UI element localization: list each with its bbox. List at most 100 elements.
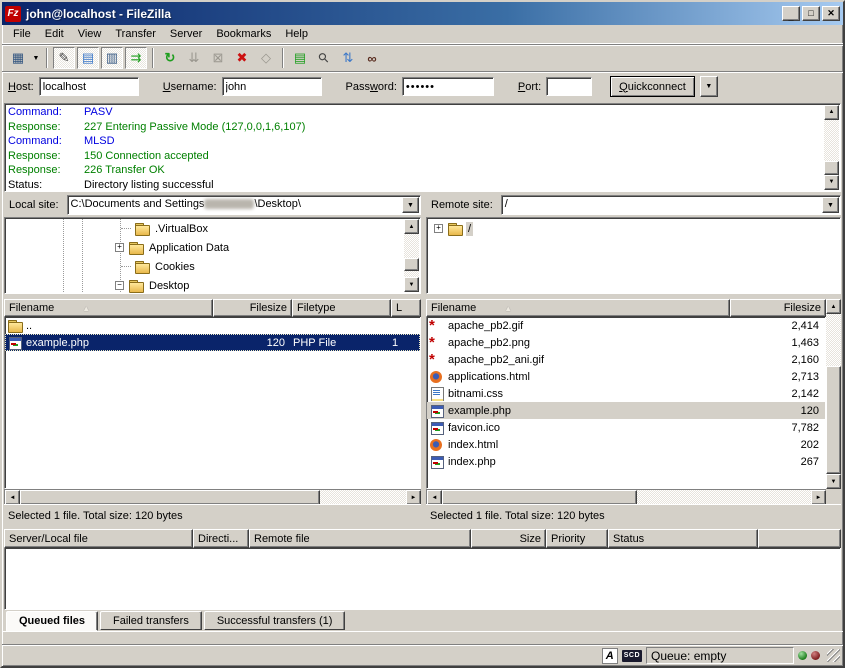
tree-item-desktop[interactable]: − Desktop [6, 276, 419, 294]
css-file-icon [429, 387, 445, 401]
column-header-filesize[interactable]: Filesize [730, 299, 826, 317]
file-row-example-php[interactable]: example.php120 [427, 402, 825, 419]
column-header-filesize[interactable]: Filesize [213, 299, 292, 317]
toggle-local-tree-icon[interactable]: ▤ [77, 47, 99, 69]
toggle-transfer-queue-icon[interactable]: ⇉ [125, 47, 147, 69]
local-site-combobox[interactable]: C:\Documents and Settings\Desktop\ ▼ [67, 195, 421, 215]
open-folder-icon [447, 222, 463, 236]
file-row-parent-dir[interactable]: .. [5, 317, 420, 334]
reconnect-icon[interactable]: ◇ [255, 47, 277, 69]
tree-item-application-data[interactable]: + Application Data [6, 238, 419, 257]
site-manager-icon[interactable]: ▦ [7, 47, 29, 69]
collapse-minus-icon[interactable]: − [115, 281, 124, 290]
scroll-left-icon[interactable]: ◄ [5, 490, 20, 505]
minimize-button[interactable]: _ [782, 6, 800, 21]
file-row-example-php[interactable]: example.php 120 PHP File 1 [5, 334, 420, 351]
maximize-button[interactable]: □ [802, 6, 820, 21]
synchronized-browsing-icon[interactable]: ⇅ [337, 47, 359, 69]
column-header-remote-file[interactable]: Remote file [249, 529, 471, 548]
column-header-filename[interactable]: Filename▲ [426, 299, 730, 317]
scroll-right-icon[interactable]: ► [406, 490, 421, 505]
local-horizontal-scrollbar[interactable]: ◄ ► [4, 489, 421, 504]
refresh-icon[interactable]: ↻ [159, 47, 181, 69]
menu-transfer[interactable]: Transfer [108, 26, 163, 42]
scrollbar-thumb[interactable] [20, 490, 320, 505]
transfer-type-ascii-icon[interactable]: A [602, 648, 618, 664]
chevron-down-icon[interactable]: ▼ [822, 197, 839, 213]
expand-plus-icon[interactable]: + [115, 243, 124, 252]
expand-plus-icon[interactable]: + [434, 224, 443, 233]
username-input[interactable] [222, 77, 322, 96]
quickconnect-button[interactable]: Quickconnect [610, 76, 695, 97]
php-file-icon [429, 455, 445, 469]
scroll-left-icon[interactable]: ◄ [427, 490, 442, 505]
menu-server[interactable]: Server [163, 26, 209, 42]
filter-icon[interactable]: ▤ [289, 47, 311, 69]
menu-bookmarks[interactable]: Bookmarks [209, 26, 278, 42]
tab-successful-transfers[interactable]: Successful transfers (1) [204, 611, 346, 630]
file-row[interactable]: favicon.ico7,782 [427, 419, 825, 436]
column-header-status[interactable]: Status [608, 529, 758, 548]
column-header-priority[interactable]: Priority [546, 529, 608, 548]
tree-item-cookies[interactable]: Cookies [6, 257, 419, 276]
file-row[interactable]: bitnami.css2,142 [427, 385, 825, 402]
column-header-server-local-file[interactable]: Server/Local file [4, 529, 193, 548]
scroll-up-icon[interactable]: ▲ [824, 105, 839, 120]
file-row[interactable]: *apache_pb2.png1,463 [427, 334, 825, 351]
remote-horizontal-scrollbar[interactable]: ◄ ► [426, 489, 826, 504]
disconnect-icon[interactable]: ✖ [231, 47, 253, 69]
scroll-down-icon[interactable]: ▼ [404, 277, 419, 292]
local-tree-scrollbar[interactable]: ▲ ▼ [404, 219, 419, 292]
scroll-down-icon[interactable]: ▼ [826, 474, 841, 489]
remote-vertical-scrollbar[interactable]: ▲ ▼ [826, 299, 841, 489]
scroll-down-icon[interactable]: ▼ [824, 175, 839, 190]
broken-image-icon: * [429, 319, 445, 333]
toggle-message-log-icon[interactable]: ✎ [53, 47, 75, 69]
tab-queued-files[interactable]: Queued files [6, 611, 98, 631]
scrollbar-thumb[interactable] [826, 366, 841, 474]
chevron-down-icon[interactable]: ▼ [402, 197, 419, 213]
filezilla-app-icon[interactable]: Fz [5, 6, 21, 22]
toggle-remote-tree-icon[interactable]: ▥ [101, 47, 123, 69]
host-input[interactable] [39, 77, 139, 96]
remote-site-combobox[interactable]: / ▼ [501, 195, 841, 215]
column-header-direction[interactable]: Directi... [193, 529, 249, 548]
process-queue-icon[interactable]: ⇊ [183, 47, 205, 69]
column-header-last-modified[interactable]: L [391, 299, 421, 317]
file-row[interactable]: applications.html2,713 [427, 368, 825, 385]
quickconnect-dropdown-icon[interactable]: ▼ [700, 76, 718, 97]
close-button[interactable]: ✕ [822, 6, 840, 21]
menu-help[interactable]: Help [278, 26, 315, 42]
resize-grip[interactable] [827, 649, 840, 662]
port-input[interactable] [546, 77, 592, 96]
password-input[interactable] [402, 77, 494, 96]
scrollbar-thumb[interactable] [404, 258, 419, 271]
site-manager-dropdown-icon[interactable]: ▼ [30, 47, 42, 69]
log-scrollbar[interactable]: ▲ ▼ [824, 105, 839, 190]
directory-comparison-icon[interactable]: ⚲ [313, 47, 335, 69]
column-header-size[interactable]: Size [471, 529, 546, 548]
file-row[interactable]: *apache_pb2_ani.gif2,160 [427, 351, 825, 368]
menu-edit[interactable]: Edit [38, 26, 71, 42]
cancel-operation-icon[interactable]: ⊠ [207, 47, 229, 69]
file-row[interactable]: index.html202 [427, 436, 825, 453]
folder-icon [134, 260, 150, 274]
scrollbar-thumb[interactable] [824, 161, 839, 175]
tree-item-virtualbox[interactable]: .VirtualBox [6, 219, 419, 238]
red-led-icon [811, 651, 820, 660]
scroll-up-icon[interactable]: ▲ [826, 299, 841, 314]
column-header-filename[interactable]: Filename▲ [4, 299, 213, 317]
find-files-icon[interactable]: ∞ [361, 47, 383, 69]
tree-item-root[interactable]: + / [428, 219, 839, 238]
file-row[interactable]: index.php267 [427, 453, 825, 470]
menu-file[interactable]: File [6, 26, 38, 42]
queue-body[interactable] [4, 548, 841, 610]
scroll-up-icon[interactable]: ▲ [404, 219, 419, 234]
tab-failed-transfers[interactable]: Failed transfers [100, 611, 202, 630]
menu-view[interactable]: View [71, 26, 109, 42]
column-header-filetype[interactable]: Filetype [292, 299, 391, 317]
scroll-right-icon[interactable]: ► [811, 490, 826, 505]
file-row[interactable]: *apache_pb2.gif2,414 [427, 317, 825, 334]
scrollbar-thumb[interactable] [442, 490, 637, 505]
firefox-html-icon [429, 370, 445, 384]
